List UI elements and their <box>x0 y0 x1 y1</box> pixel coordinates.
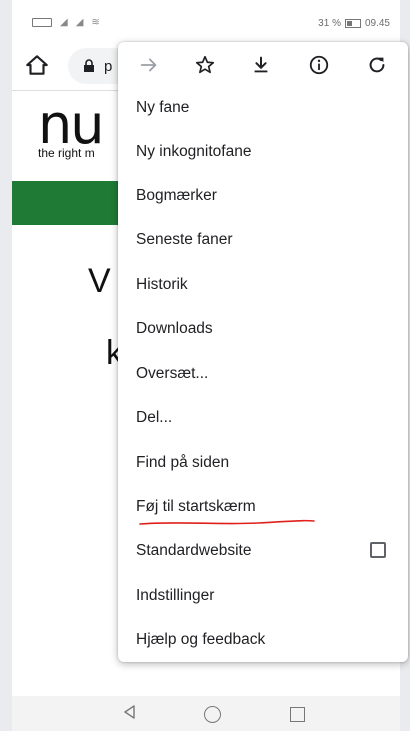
red-underline-annotation <box>139 519 315 525</box>
nav-home-icon[interactable] <box>204 706 221 723</box>
site-logo[interactable]: nu <box>38 98 104 152</box>
menu-item-bookmarks[interactable]: Bogmærker <box>118 174 408 218</box>
menu-icon-row <box>118 42 408 88</box>
menu-item-help-feedback[interactable]: Hjælp og feedback <box>118 618 408 662</box>
download-icon[interactable] <box>248 52 274 78</box>
home-icon[interactable] <box>24 52 50 78</box>
wifi-icon: ≋ <box>91 17 100 28</box>
battery-percent: 31 % <box>318 18 341 29</box>
forward-icon[interactable] <box>136 52 162 78</box>
android-nav-bar <box>12 696 400 731</box>
menu-item-recent-tabs[interactable]: Seneste faner <box>118 218 408 262</box>
battery-icon <box>344 19 361 28</box>
menu-item-settings[interactable]: Indstillinger <box>118 574 408 618</box>
url-text: p <box>104 58 113 75</box>
site-tagline: the right m <box>38 146 95 160</box>
menu-item-new-tab[interactable]: Ny fane <box>118 86 408 130</box>
page-heading-fragment: V <box>88 262 111 300</box>
signal-icon-2: ◢ <box>75 17 84 28</box>
clock: 09.45 <box>364 18 390 29</box>
menu-item-desktop-site[interactable]: Standardwebsite <box>118 529 408 573</box>
menu-item-translate[interactable]: Oversæt... <box>118 352 408 396</box>
menu-item-incognito-tab[interactable]: Ny inkognitofane <box>118 130 408 174</box>
back-icon[interactable] <box>122 704 138 725</box>
recent-apps-icon[interactable] <box>290 707 305 722</box>
menu-item-find-in-page[interactable]: Find på siden <box>118 441 408 485</box>
menu-item-share[interactable]: Del... <box>118 396 408 440</box>
sim-icon <box>32 18 52 27</box>
status-left: ◢ ◢ ≋ <box>32 17 100 28</box>
bookmark-star-icon[interactable] <box>192 52 218 78</box>
menu-item-downloads[interactable]: Downloads <box>118 307 408 351</box>
info-icon[interactable] <box>306 52 332 78</box>
overflow-menu: Ny fane Ny inkognitofane Bogmærker Senes… <box>118 42 408 662</box>
signal-icon: ◢ <box>60 17 68 28</box>
status-right: 31 % 09.45 <box>318 18 390 29</box>
desktop-site-checkbox[interactable] <box>370 542 386 558</box>
reload-icon[interactable] <box>364 52 390 78</box>
lock-icon <box>82 59 96 73</box>
status-bar: ◢ ◢ ≋ 31 % 09.45 <box>12 0 400 42</box>
menu-item-history[interactable]: Historik <box>118 263 408 307</box>
